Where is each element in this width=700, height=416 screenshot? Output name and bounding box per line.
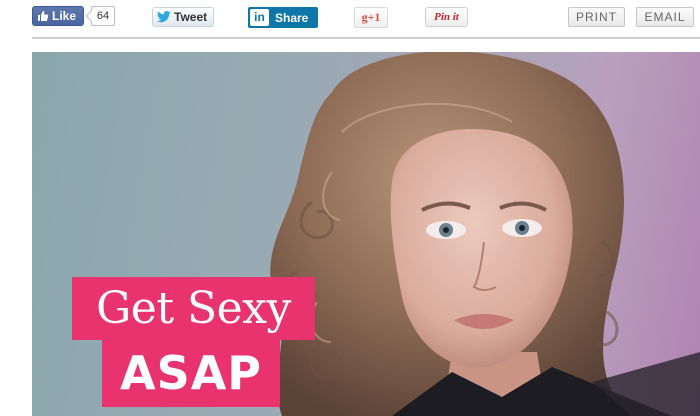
google-plus-one-button[interactable]: g+1 <box>354 7 388 28</box>
tweet-button[interactable]: Tweet <box>152 7 214 27</box>
facebook-like-label: Like <box>52 9 77 23</box>
headline-line-2: ASAP <box>102 340 280 407</box>
print-button[interactable]: PRINT <box>568 7 625 27</box>
hero-image: Get Sexy ASAP <box>32 52 700 416</box>
tweet-label: Tweet <box>174 10 208 24</box>
facebook-like-button[interactable]: Like <box>32 6 84 26</box>
email-button[interactable]: EMAIL <box>636 7 694 27</box>
like-count-badge: 64 <box>91 6 115 26</box>
thumbs-up-icon <box>38 11 49 21</box>
pinterest-pin-it-button[interactable]: Pin it <box>425 7 468 27</box>
twitter-bird-icon <box>157 11 171 23</box>
linkedin-share-button[interactable]: in Share <box>248 7 318 28</box>
social-share-bar: Like 64 Tweet in Share g+1 Pin it PRINT … <box>0 0 700 38</box>
linkedin-share-label: Share <box>275 10 309 25</box>
headline-line-1: Get Sexy <box>72 277 315 340</box>
linkedin-logo-icon: in <box>250 9 269 26</box>
share-bar-divider <box>32 37 700 39</box>
